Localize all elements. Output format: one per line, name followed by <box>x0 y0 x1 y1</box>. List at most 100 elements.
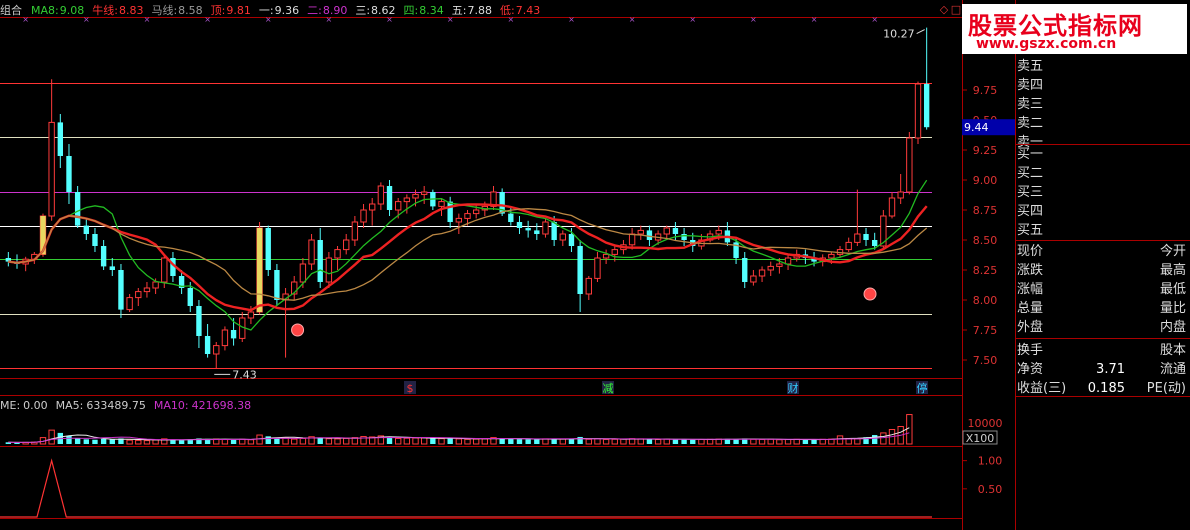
candle-body-105 <box>914 83 922 139</box>
candle-body-97 <box>845 241 852 251</box>
volume-bar-15 <box>135 439 142 445</box>
volume-bar-26 <box>230 439 237 444</box>
candle-body-63 <box>551 222 557 240</box>
candle-body-47 <box>412 193 419 199</box>
price-tick-label: 7.50 <box>973 354 998 367</box>
indicator-item: 一:9.36 <box>259 4 303 17</box>
indicator-value: 7.88 <box>467 4 492 17</box>
buy-level-label: 买二 <box>1017 166 1044 181</box>
candle-body-46 <box>403 197 411 203</box>
volume-bar-76 <box>663 438 670 445</box>
volume-bar-30 <box>265 436 271 444</box>
candle-body-87 <box>758 269 766 277</box>
candle-body-41 <box>360 209 367 223</box>
indicator-value: 7.43 <box>515 4 541 17</box>
volume-bar-12 <box>109 439 115 444</box>
candle-body-30 <box>265 228 271 270</box>
indicator-label: 牛线: <box>92 4 118 17</box>
volume-bar-16 <box>143 440 151 445</box>
volume-bar-44 <box>386 437 393 444</box>
stat-value <box>1063 318 1125 337</box>
stat-label: 换手 <box>1017 343 1044 358</box>
volume-bar-28 <box>247 439 255 445</box>
signal-dot-1 <box>863 287 877 301</box>
candle-body-62 <box>542 221 549 235</box>
panel-divider <box>1015 338 1190 339</box>
candle-body-7 <box>66 156 72 192</box>
stat-label: 现价 <box>1017 244 1044 259</box>
volume-bar-25 <box>221 439 229 445</box>
volume-bar-61 <box>534 439 540 444</box>
volume-legend-item: MA10: 421698.38 <box>154 399 251 412</box>
candle-body-48 <box>420 191 428 195</box>
candle-body-103 <box>897 191 904 199</box>
stat-right-label: 今开 <box>1159 244 1186 259</box>
candle-body-52 <box>455 217 463 223</box>
indicator-label: 一: <box>258 4 274 17</box>
volume-bar-90 <box>784 439 792 445</box>
signal-dot-0 <box>291 323 305 337</box>
volume-bar-51 <box>447 438 453 444</box>
event-marker-label: 停 <box>917 381 928 395</box>
candle-body-104 <box>906 137 913 193</box>
volume-bar-87 <box>758 439 766 445</box>
indicator-label: 顶: <box>210 4 226 17</box>
volume-bar-62 <box>542 438 549 445</box>
candle-body-15 <box>135 291 142 299</box>
candle-body-23 <box>204 336 211 354</box>
volume-bar-14 <box>126 439 133 445</box>
volume-bar-84 <box>733 439 739 444</box>
candle-body-54 <box>472 209 480 215</box>
candle-body-13 <box>118 270 124 310</box>
volume-bar-96 <box>836 435 844 445</box>
volume-bar-73 <box>637 438 644 445</box>
candle-body-21 <box>187 288 193 306</box>
indicator-label: 低: <box>499 4 515 17</box>
candle-body-14 <box>126 297 133 311</box>
stat-right-label: 股本 <box>1159 343 1186 358</box>
candle-body-95 <box>828 253 835 259</box>
indicator-value: 9.81 <box>226 4 251 17</box>
buy-level-label: 买四 <box>1017 204 1044 219</box>
indicator-label: 马线: <box>151 4 178 17</box>
candle-body-45 <box>395 201 402 211</box>
candle-body-8 <box>74 192 81 226</box>
volume-bar-80 <box>698 439 705 445</box>
volume-bar-104 <box>906 414 913 445</box>
volume-bar-68 <box>594 438 601 445</box>
quote-panel: 卖五 卖四 卖三 卖二 卖一 买一 买二 买三 买四 买五 现价 今开 涨跌 最高 涨幅 最低 总量 量比 外盘 内盘… <box>1015 0 1190 530</box>
volume-bar-69 <box>602 439 610 445</box>
candle-body-85 <box>742 258 748 282</box>
event-marker-label: 财 <box>788 381 799 395</box>
axis-separator <box>962 0 963 530</box>
buy-level-label: 买五 <box>1017 223 1044 238</box>
candle-body-100 <box>872 240 878 246</box>
price-tick-label: 9.00 <box>973 174 998 187</box>
volume-bar-89 <box>776 439 783 445</box>
volume-bar-74 <box>646 439 653 444</box>
candle-body-64 <box>559 233 566 241</box>
candle-body-90 <box>784 257 792 265</box>
volume-legend-item: MA5: 633489.75 <box>56 399 146 412</box>
candle-body-98 <box>854 233 861 243</box>
candle-body-6 <box>57 122 63 156</box>
candle-body-25 <box>221 329 229 347</box>
stat-value <box>1063 341 1125 360</box>
volume-bar-100 <box>872 435 878 444</box>
volume-bar-91 <box>793 438 800 445</box>
volume-bar-29 <box>256 434 263 445</box>
volume-bar-10 <box>92 439 98 444</box>
indicator-label: 三: <box>355 4 371 17</box>
volume-bar-27 <box>239 438 246 445</box>
sub-tick-label: 1.00 <box>978 455 1003 468</box>
event-marker-label: 减 <box>603 382 614 395</box>
panel-divider <box>1015 240 1190 241</box>
event-marker-label: $ <box>407 382 414 395</box>
candle-body-18 <box>161 257 168 283</box>
volume-legend-label: ME: <box>0 399 21 412</box>
volume-bar-98 <box>854 438 861 445</box>
high-label: 10.27 <box>883 28 915 41</box>
candle-body-78 <box>681 234 687 240</box>
indicator-item: 顶:9.81 <box>211 4 255 17</box>
price-tick-label: 8.00 <box>973 294 998 307</box>
